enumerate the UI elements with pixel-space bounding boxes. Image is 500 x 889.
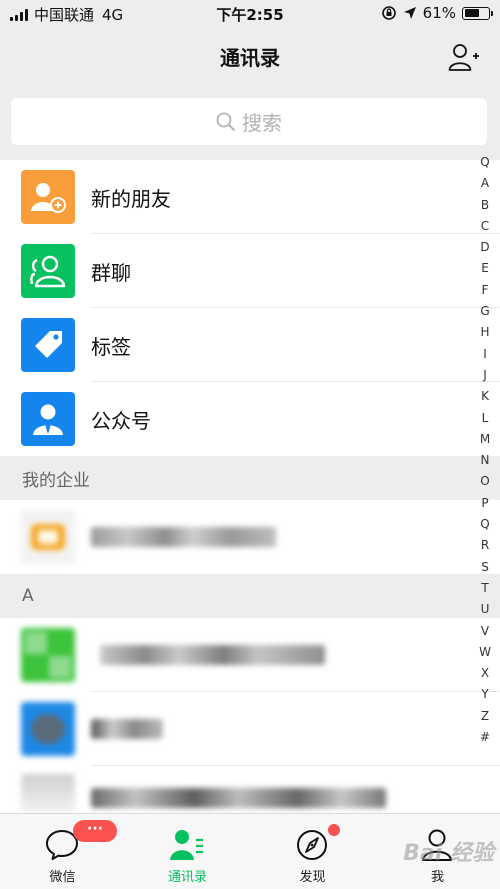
index-letter[interactable]: W [479, 642, 491, 663]
index-letter[interactable]: F [482, 280, 489, 301]
index-letter[interactable]: Y [481, 684, 488, 705]
section-header-a: A [0, 574, 500, 618]
contact-item[interactable] [0, 618, 500, 692]
tab-bar: 微信 ··· 通讯录 发现 我 Bai 经验 [0, 813, 500, 889]
index-letter[interactable]: B [481, 195, 489, 216]
index-letter[interactable]: Z [481, 706, 489, 727]
tags-label: 标签 [91, 334, 131, 359]
index-letter[interactable]: A [481, 173, 489, 194]
page-title: 通讯录 [220, 46, 280, 70]
battery-icon [462, 6, 493, 20]
watermark-logo: Bai 经验 [403, 841, 494, 866]
status-bar: 中国联通 4G 下午2:55 61% [0, 0, 500, 28]
blurred-name [100, 645, 325, 665]
index-letter[interactable]: S [481, 557, 489, 578]
avatar [21, 774, 75, 814]
location-icon [403, 7, 416, 19]
new-friends-item[interactable]: 新的朋友 [0, 160, 500, 234]
index-letter[interactable]: C [481, 216, 489, 237]
battery-percent: 61% [422, 4, 456, 22]
index-letter[interactable]: X [481, 663, 489, 684]
index-letter[interactable]: T [481, 578, 488, 599]
group-chat-icon [21, 244, 75, 298]
search-icon [216, 112, 236, 131]
tags-item[interactable]: 标签 [0, 308, 500, 382]
status-right: 61% [381, 4, 493, 22]
avatar [21, 510, 75, 564]
index-letter[interactable]: D [480, 237, 489, 258]
index-letter[interactable]: E [481, 258, 489, 279]
orientation-lock-icon [381, 6, 396, 20]
tab-chats-label: 微信 [49, 870, 76, 885]
contact-item[interactable] [0, 766, 500, 814]
section-header-enterprise: 我的企业 [0, 456, 500, 500]
index-letter[interactable]: Q [480, 152, 489, 173]
index-letter[interactable]: N [481, 450, 490, 471]
new-friends-label: 新的朋友 [91, 186, 171, 211]
add-contact-icon[interactable] [448, 42, 480, 72]
tab-discover-label: 发现 [299, 870, 326, 885]
index-letter[interactable]: Q [480, 514, 489, 535]
index-letter[interactable]: P [481, 493, 488, 514]
index-letter[interactable]: L [482, 408, 489, 429]
tab-contacts-label: 通讯录 [167, 870, 207, 885]
nav-bar: 通讯录 [0, 28, 500, 88]
contact-item[interactable] [0, 692, 500, 766]
index-letter[interactable]: H [480, 322, 489, 343]
index-letter[interactable]: I [483, 344, 487, 365]
contact-list: 新的朋友 群聊 标签 公众号 我的企业 A [0, 160, 500, 814]
blurred-name [91, 788, 386, 808]
index-letter[interactable]: U [481, 599, 490, 620]
index-letter[interactable]: O [480, 471, 489, 492]
index-letter[interactable]: K [481, 386, 489, 407]
group-chat-label: 群聊 [91, 260, 131, 285]
new-friend-icon [21, 170, 75, 224]
alphabet-index[interactable]: Q A B C D E F G H I J K L M N O P Q R S T U V W X Y Z # [477, 152, 493, 748]
group-chat-item[interactable]: 群聊 [0, 234, 500, 308]
contacts-icon [170, 830, 203, 860]
battery-fill [464, 9, 479, 17]
tag-icon [21, 318, 75, 372]
search-input[interactable]: 搜索 [11, 98, 487, 145]
compass-icon [297, 830, 327, 860]
avatar [21, 702, 75, 756]
avatar [21, 628, 75, 682]
index-letter[interactable]: # [480, 727, 490, 748]
unread-badge: ··· [73, 820, 117, 842]
index-letter[interactable]: J [483, 365, 487, 386]
index-letter[interactable]: G [480, 301, 489, 322]
tab-contacts[interactable]: 通讯录 [125, 814, 250, 889]
blurred-name [91, 527, 276, 547]
discover-badge-dot [328, 824, 340, 836]
search-placeholder: 搜索 [242, 111, 282, 135]
index-letter[interactable]: V [481, 621, 489, 642]
tab-me-label: 我 [430, 870, 444, 885]
enterprise-item[interactable] [0, 500, 500, 574]
index-letter[interactable]: M [480, 429, 490, 450]
official-account-icon [21, 392, 75, 446]
search-area: 搜索 [0, 88, 500, 160]
tab-discover[interactable]: 发现 [250, 814, 375, 889]
blurred-name [91, 719, 163, 739]
official-accounts-label: 公众号 [91, 408, 151, 433]
official-accounts-item[interactable]: 公众号 [0, 382, 500, 456]
index-letter[interactable]: R [481, 535, 489, 556]
